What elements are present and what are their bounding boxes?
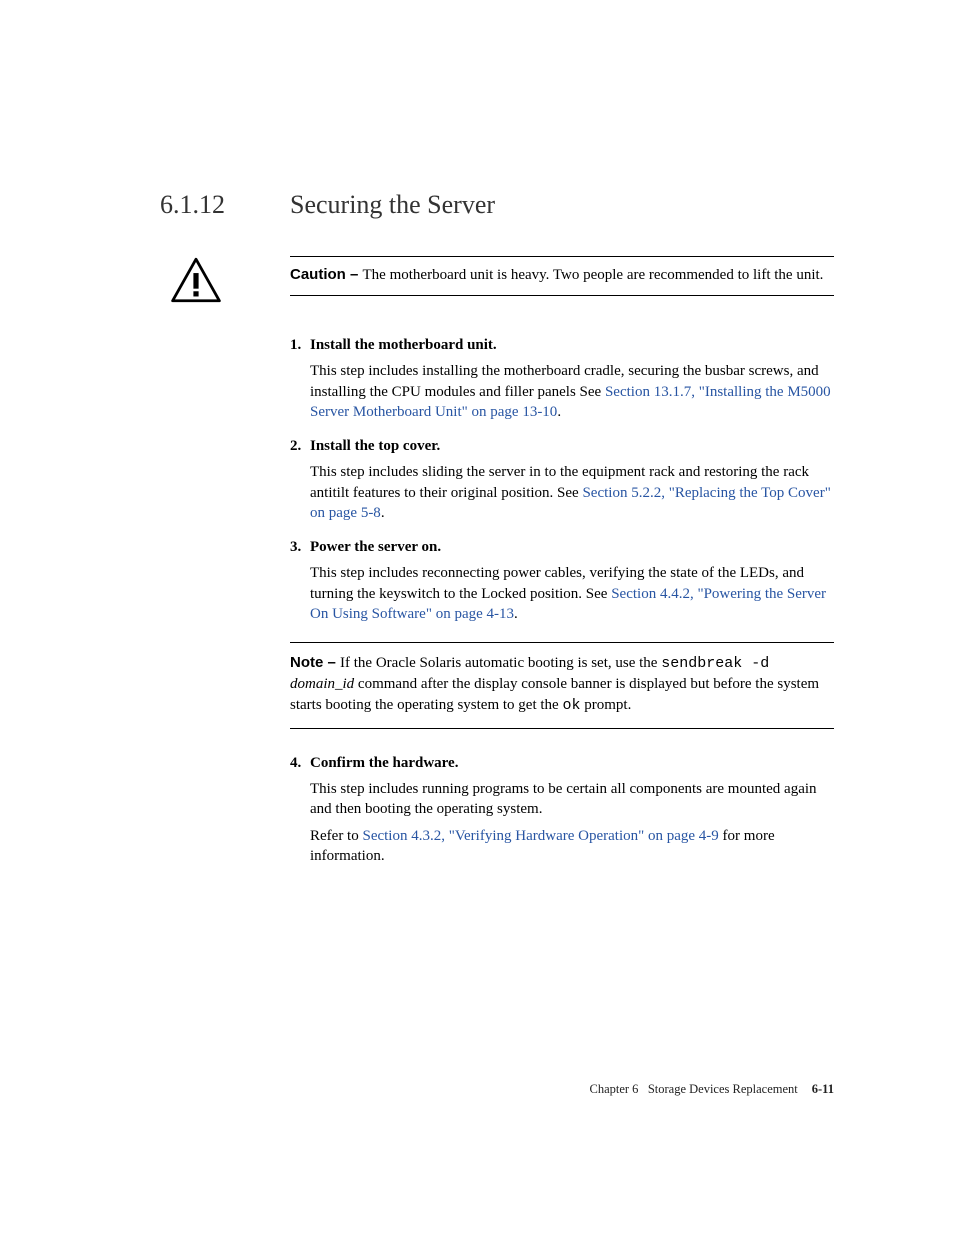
step-body: This step includes installing the mother… <box>310 361 834 422</box>
step-body-1: This step includes running programs to b… <box>310 779 834 820</box>
note-code1: sendbreak -d <box>661 655 769 672</box>
note-italic: domain_id <box>290 676 354 692</box>
step-title-text: Power the server on. <box>310 537 441 557</box>
caution-icon <box>160 256 230 309</box>
step-body-2: Refer to Section 4.3.2, "Verifying Hardw… <box>310 826 834 867</box>
heading-title: Securing the Server <box>290 190 495 220</box>
page: 6.1.12 Securing the Server Caution – The… <box>0 0 954 1235</box>
caution-block: Caution – The motherboard unit is heavy.… <box>290 256 834 309</box>
page-footer: Chapter 6 Storage Devices Replacement 6-1… <box>589 1082 834 1097</box>
step-title-text: Install the motherboard unit. <box>310 335 497 355</box>
footer-pageno: 6-11 <box>812 1082 834 1096</box>
step-title-text: Confirm the hardware. <box>310 753 458 773</box>
note-mid2: command after the display console banner… <box>290 676 819 712</box>
note-block: Note – If the Oracle Solaris automatic b… <box>290 642 834 729</box>
step-title-text: Install the top cover. <box>310 436 440 456</box>
caution-text: Caution – The motherboard unit is heavy.… <box>290 256 834 296</box>
step-3: Power the server on. This step includes … <box>290 537 834 624</box>
step-body-post: . <box>381 505 385 521</box>
step-body-post: . <box>514 606 518 622</box>
step-4: Confirm the hardware. This step includes… <box>290 753 834 866</box>
step-body: This step includes sliding the server in… <box>310 462 834 523</box>
caution-body: The motherboard unit is heavy. Two peopl… <box>363 267 824 283</box>
step-body-post: . <box>557 404 561 420</box>
xref-link[interactable]: Section 4.3.2, "Verifying Hardware Opera… <box>362 828 718 844</box>
content-column: Caution – The motherboard unit is heavy.… <box>290 256 834 866</box>
footer-chapter: Chapter 6 <box>589 1082 638 1096</box>
steps-list-continued: Confirm the hardware. This step includes… <box>290 753 834 866</box>
steps-list: Install the motherboard unit. This step … <box>290 335 834 624</box>
note-pre: If the Oracle Solaris automatic booting … <box>340 655 661 671</box>
step-1: Install the motherboard unit. This step … <box>290 335 834 422</box>
section-heading: 6.1.12 Securing the Server <box>160 190 834 220</box>
note-label: Note – <box>290 654 340 671</box>
footer-title: Storage Devices Replacement <box>648 1082 798 1096</box>
step-body: This step includes reconnecting power ca… <box>310 563 834 624</box>
note-code2: ok <box>562 697 580 714</box>
heading-number: 6.1.12 <box>160 190 290 220</box>
note-post: prompt. <box>580 697 631 713</box>
step-2: Install the top cover. This step include… <box>290 436 834 523</box>
step-body-pre: Refer to <box>310 828 362 844</box>
caution-label: Caution – <box>290 266 363 283</box>
